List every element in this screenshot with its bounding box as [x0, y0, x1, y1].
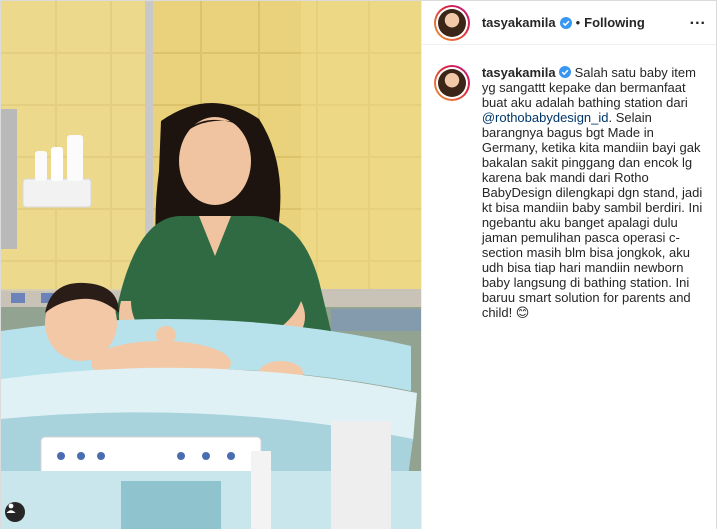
smiley-emoji: 😊 [515, 305, 530, 320]
following-button[interactable]: Following [584, 15, 645, 30]
more-options-icon[interactable]: ... [690, 11, 706, 35]
post-side-panel: tasyakamila • Following ... tasyakamila S… [420, 1, 716, 529]
caption-text: tasyakamila Salah satu baby item yg sanga… [482, 65, 704, 320]
post-header: tasyakamila • Following ... [421, 1, 716, 45]
post-photo[interactable] [1, 1, 421, 529]
person-icon [6, 503, 16, 513]
verified-badge-icon [559, 16, 572, 29]
avatar[interactable] [433, 4, 470, 41]
header-username[interactable]: tasyakamila [482, 15, 556, 30]
caption-body-end: . Selain barangnya bagus bgt Made in Ger… [481, 110, 703, 320]
photo-illustration [1, 1, 421, 529]
caption-username[interactable]: tasyakamila [482, 65, 556, 80]
user-tag-icon[interactable] [5, 502, 25, 522]
caption-avatar[interactable] [433, 65, 470, 101]
mention-link[interactable]: @rothobabydesign_id [482, 110, 609, 125]
caption-verified-badge-icon [558, 66, 571, 78]
instagram-post: tasyakamila • Following ... tasyakamila S… [0, 0, 717, 529]
separator-dot: • [575, 15, 581, 30]
caption-comment: tasyakamila Salah satu baby item yg sanga… [422, 45, 716, 320]
